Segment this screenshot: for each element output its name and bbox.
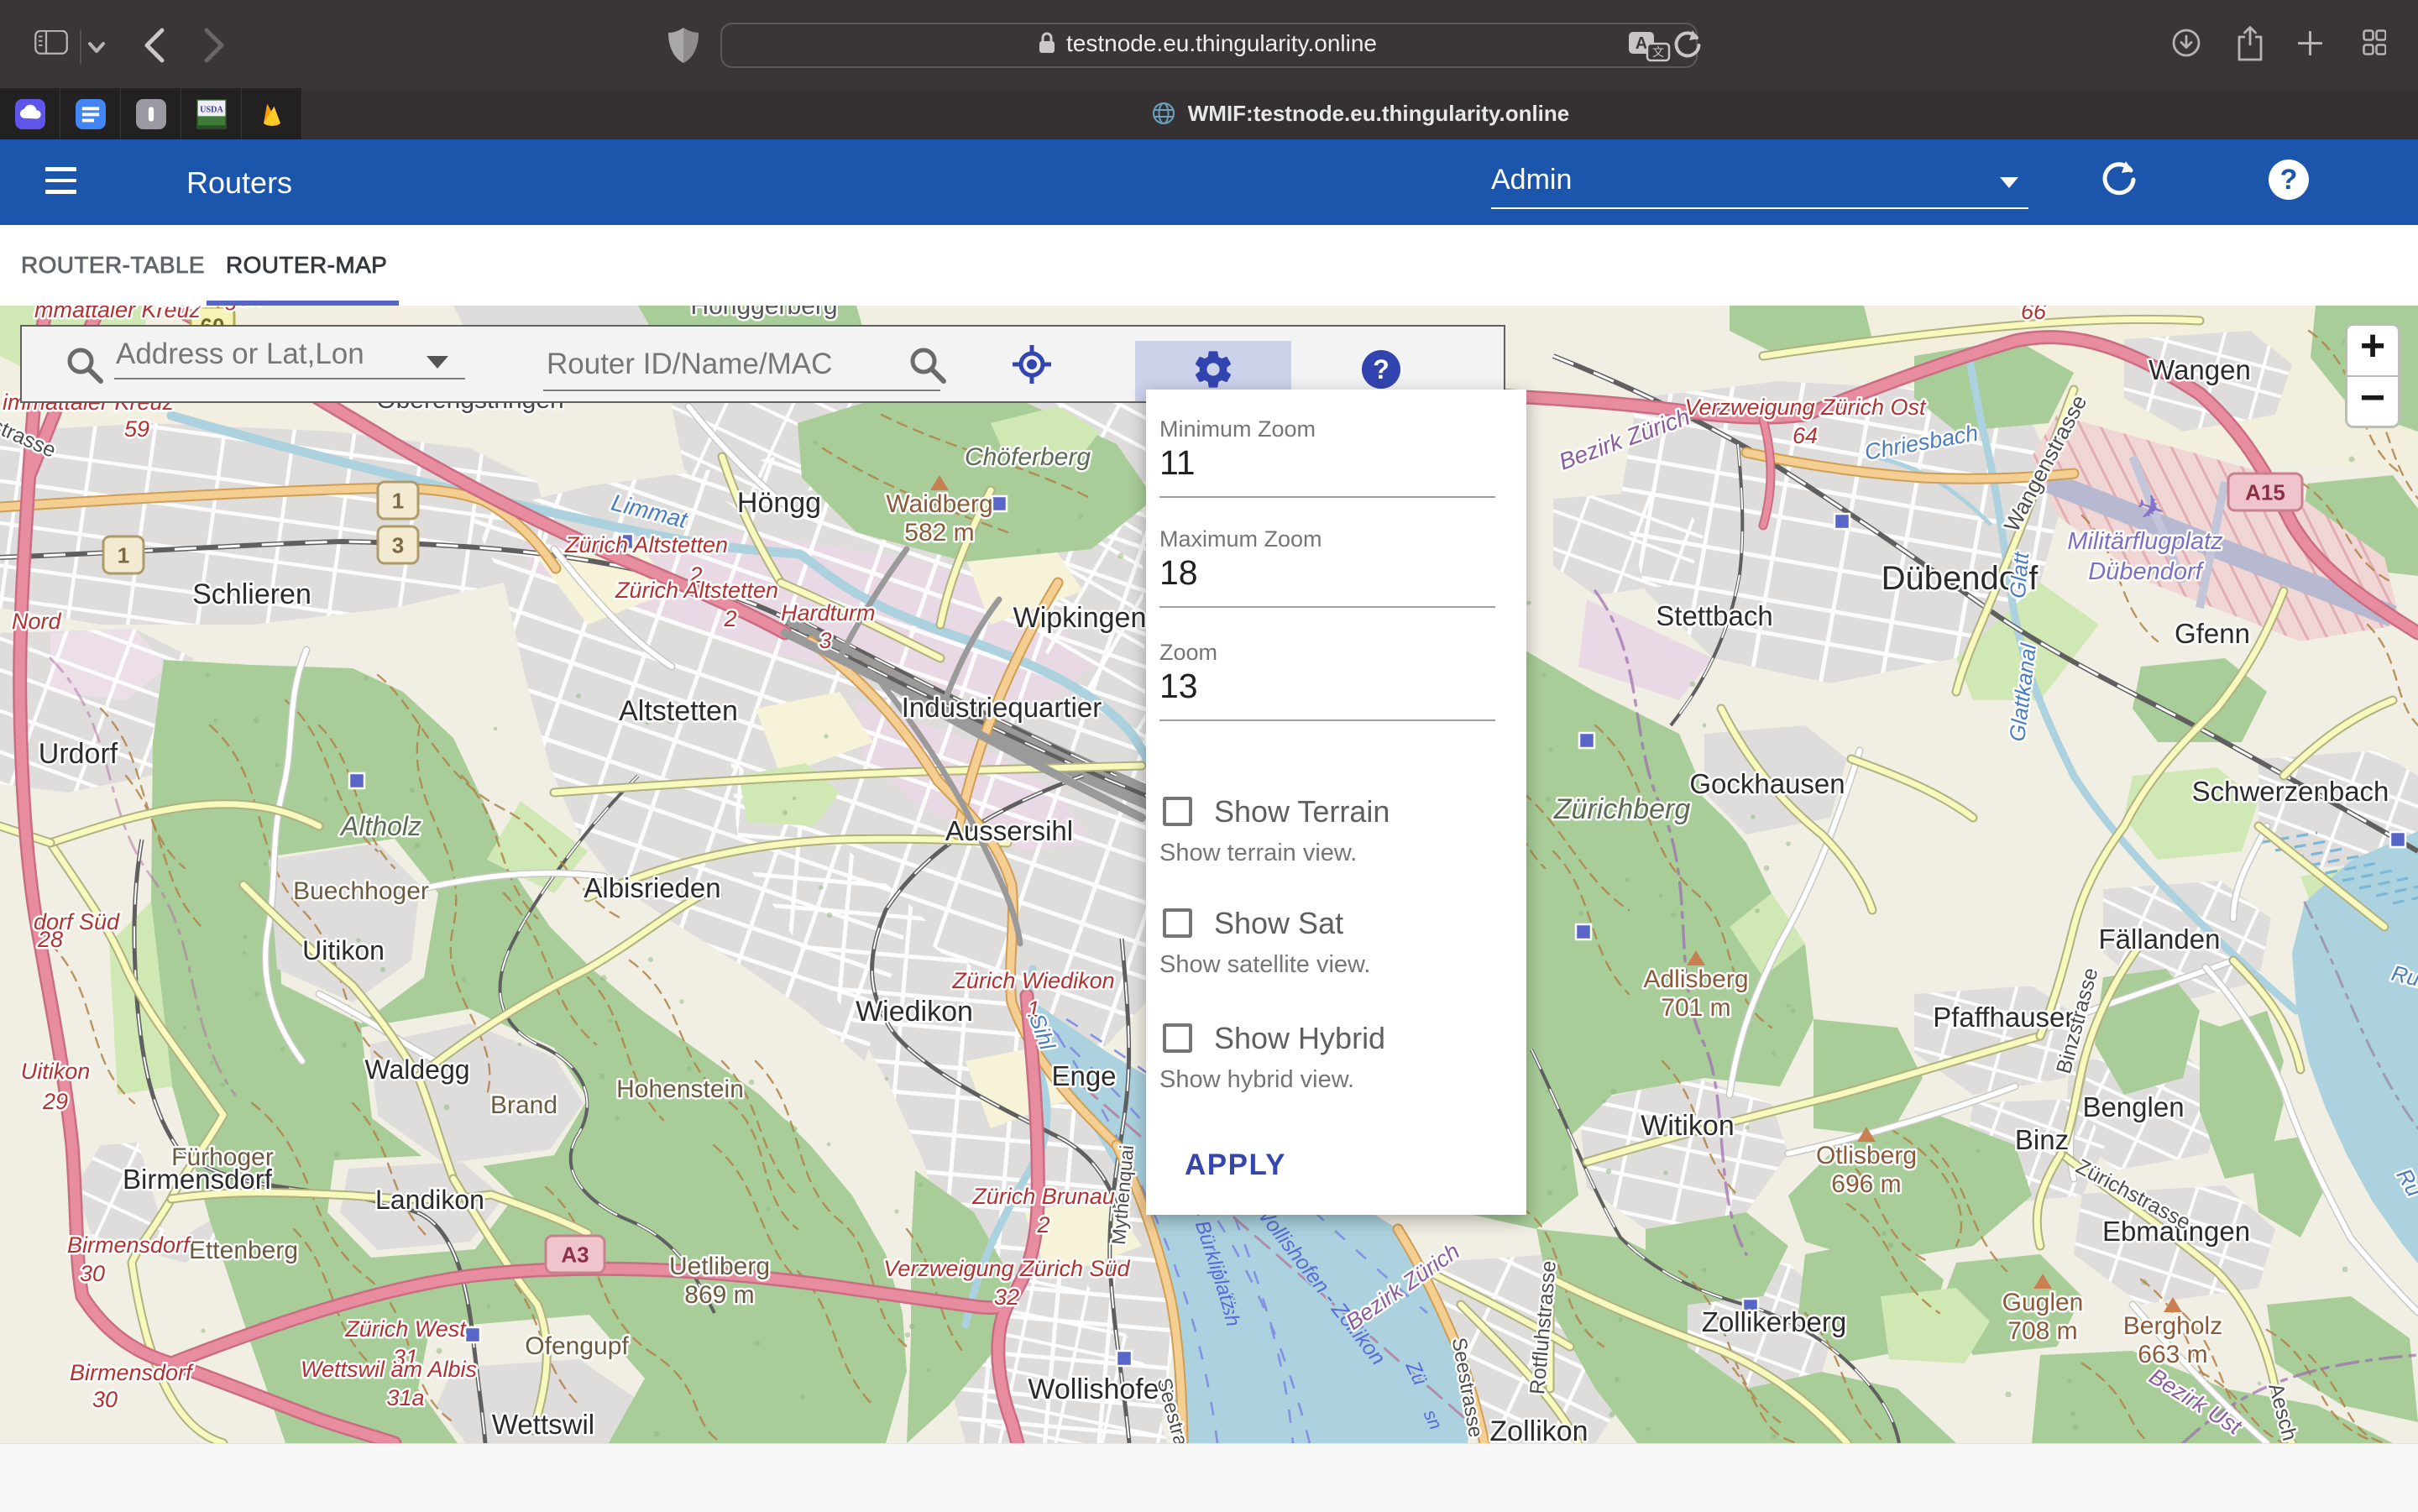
svg-text:582 m: 582 m [904, 519, 974, 547]
svg-text:Zürich Altstetten: Zürich Altstetten [564, 532, 728, 557]
svg-text:Dübendorf: Dübendorf [2088, 558, 2204, 585]
svg-text:Wollishofen: Wollishofen [1028, 1373, 1175, 1405]
svg-text:64: 64 [1793, 423, 1818, 448]
svg-text:Binz: Binz [2015, 1124, 2069, 1155]
svg-text:Zollikerberg: Zollikerberg [1702, 1306, 1846, 1337]
svg-text:Zürich Altstetten: Zürich Altstetten [615, 578, 778, 603]
svg-text:Enge: Enge [1051, 1060, 1116, 1091]
svg-text:Altholz: Altholz [339, 811, 421, 841]
svg-text:Birmensdorf: Birmensdorf [70, 1360, 194, 1385]
svg-text:Wangen: Wangen [2148, 354, 2251, 385]
svg-text:Hardturm: Hardturm [781, 600, 876, 625]
svg-text:Zollikon: Zollikon [1489, 1415, 1588, 1443]
svg-text:Benglen: Benglen [2082, 1091, 2184, 1122]
svg-text:Wipkingen: Wipkingen [1013, 602, 1147, 634]
svg-text:Waldegg: Waldegg [364, 1054, 469, 1085]
svg-text:Buechhoger: Buechhoger [293, 877, 429, 905]
svg-text:Aussersihl: Aussersihl [945, 815, 1073, 846]
svg-text:Uetliberg: Uetliberg [669, 1253, 770, 1280]
svg-text:Landikon: Landikon [375, 1185, 484, 1215]
svg-text:A3: A3 [561, 1242, 589, 1267]
svg-text:1: 1 [392, 488, 404, 513]
svg-text:Ettenberg: Ettenberg [189, 1237, 298, 1264]
svg-text:Stettbach: Stettbach [1656, 600, 1772, 631]
svg-text:869 m: 869 m [684, 1281, 754, 1309]
svg-text:Glatt: Glatt [2005, 550, 2034, 599]
svg-text:Urdorf: Urdorf [39, 738, 118, 770]
svg-text:Hohenstein: Hohenstein [616, 1075, 744, 1103]
svg-text:Zürich West: Zürich West [344, 1316, 467, 1342]
svg-text:Chöferberg: Chöferberg [965, 443, 1091, 471]
svg-text:30: 30 [92, 1387, 118, 1412]
svg-text:Wettswil: Wettswil [492, 1409, 594, 1440]
svg-text:Verzweigung Zürich Süd: Verzweigung Zürich Süd [883, 1256, 1130, 1281]
svg-text:Bergholz: Bergholz [2123, 1312, 2222, 1340]
svg-text:Zürichberg: Zürichberg [1553, 793, 1691, 825]
svg-text:A15: A15 [2245, 479, 2285, 505]
svg-text:USDA: USDA [200, 105, 223, 114]
svg-text:Waidberg: Waidberg [886, 490, 992, 518]
svg-text:Adlisberg: Adlisberg [1643, 965, 1748, 993]
svg-text:701 m: 701 m [1661, 994, 1730, 1022]
svg-text:?: ? [2280, 164, 2298, 196]
svg-text:Zürich Wiedikon: Zürich Wiedikon [951, 968, 1114, 993]
svg-text:663 m: 663 m [2138, 1341, 2207, 1368]
svg-text:Schlieren: Schlieren [192, 578, 311, 610]
svg-text:32: 32 [994, 1284, 1019, 1310]
svg-text:Industriequartier: Industriequartier [902, 692, 1102, 723]
svg-text:Schwerzenbach: Schwerzenbach [2192, 776, 2389, 807]
svg-text:Wiedikon: Wiedikon [856, 996, 973, 1028]
svg-text:Verzweigung Zürich Ost: Verzweigung Zürich Ost [1684, 395, 1927, 420]
svg-text:29: 29 [42, 1089, 68, 1114]
svg-text:Hönggerberg: Hönggerberg [690, 306, 837, 320]
svg-text:Zürich Brunau: Zürich Brunau [971, 1184, 1115, 1209]
svg-text:Brand: Brand [490, 1091, 557, 1119]
svg-text:2: 2 [1036, 1212, 1049, 1237]
svg-text:66: 66 [2021, 306, 2047, 324]
svg-text:708 m: 708 m [2007, 1317, 2077, 1345]
svg-text:31a: 31a [386, 1385, 424, 1410]
svg-text:Höngg: Höngg [737, 487, 821, 519]
svg-text:Guglen: Guglen [2002, 1289, 2084, 1316]
svg-text:Witikon: Witikon [1641, 1110, 1734, 1142]
svg-text:Albisrieden: Albisrieden [584, 872, 720, 903]
svg-text:3: 3 [819, 628, 831, 653]
svg-text:Uitikon: Uitikon [21, 1059, 91, 1084]
svg-text:3: 3 [392, 532, 404, 557]
svg-text:A: A [1636, 34, 1647, 53]
svg-text:Otlisberg: Otlisberg [1816, 1142, 1917, 1169]
svg-text:Gockhausen: Gockhausen [1689, 768, 1845, 799]
svg-text:Altstetten: Altstetten [619, 695, 738, 727]
svg-text:Birmensdorf: Birmensdorf [123, 1164, 273, 1195]
svg-text:Uitikon: Uitikon [302, 935, 385, 965]
svg-text:文: 文 [1652, 45, 1664, 59]
svg-text:2: 2 [723, 606, 736, 631]
svg-text:Ofengupf: Ofengupf [525, 1332, 629, 1360]
svg-text:Pfaffhausen: Pfaffhausen [1933, 1002, 2080, 1033]
svg-text:Birmensdorf: Birmensdorf [67, 1232, 191, 1258]
svg-text:?: ? [1373, 354, 1390, 385]
svg-text:Wettswil am Albis: Wettswil am Albis [301, 1357, 477, 1382]
svg-text:Fällanden: Fällanden [2099, 923, 2221, 955]
svg-text:59: 59 [124, 416, 149, 442]
svg-text:28: 28 [37, 927, 63, 952]
svg-text:Nord: Nord [12, 609, 62, 634]
svg-text:696 m: 696 m [1831, 1170, 1901, 1198]
svg-text:30: 30 [80, 1261, 105, 1286]
svg-text:Gfenn: Gfenn [2175, 618, 2250, 649]
svg-text:1: 1 [118, 542, 129, 568]
svg-text:Weiningen: Weiningen [156, 306, 263, 311]
svg-text:Militärflugplatz: Militärflugplatz [2067, 528, 2223, 555]
